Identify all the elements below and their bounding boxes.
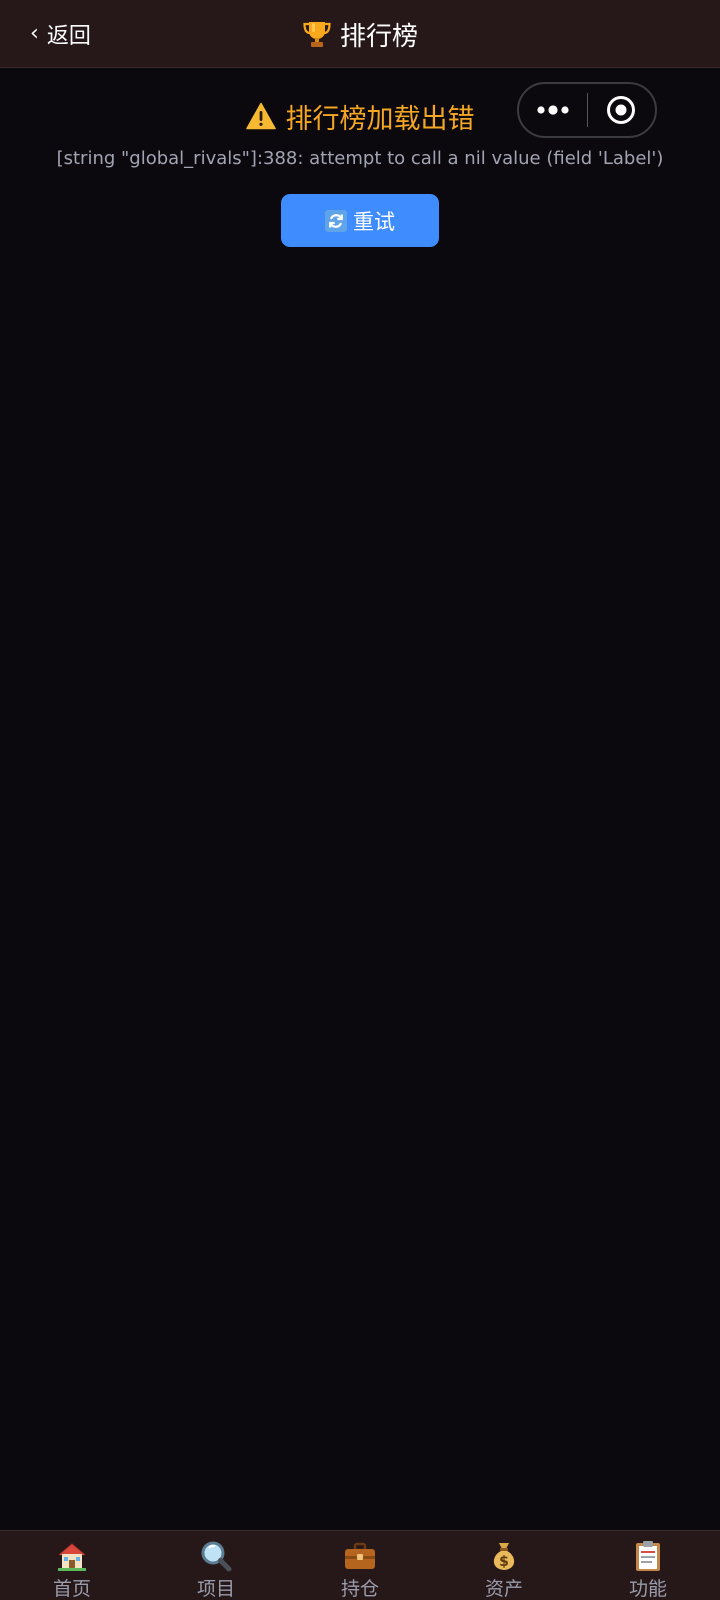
tab-holdings-label: 持仓 [340, 1578, 379, 1600]
tab-holdings[interactable]: 持仓 [288, 1531, 432, 1600]
nav-header: ‹ 返回 排行榜 [0, 0, 720, 68]
svg-text:$: $ [499, 1554, 509, 1570]
retry-button[interactable]: 重试 [281, 194, 439, 247]
more-dots-icon [537, 105, 569, 115]
tab-projects[interactable]: 项目 [144, 1531, 288, 1600]
house-icon [58, 1543, 86, 1571]
magnifier-icon [201, 1541, 232, 1572]
error-message: [string "global_rivals"]:388: attempt to… [56, 148, 664, 169]
warning-icon [245, 102, 276, 130]
error-title-text: 排行榜加载出错 [285, 103, 475, 135]
tab-functions-label: 功能 [628, 1578, 667, 1600]
screen: ‹ 返回 排行榜 排行榜加载出错 [string "global_rivals"… [0, 0, 720, 1600]
tab-projects-label: 项目 [196, 1578, 235, 1600]
tab-home-label: 首页 [52, 1578, 91, 1600]
target-icon [607, 96, 636, 124]
clipboard-icon [636, 1541, 660, 1571]
retry-label: 重试 [353, 209, 395, 234]
miniprogram-capsule [517, 82, 657, 138]
trophy-icon [303, 22, 331, 47]
tab-home[interactable]: 首页 [0, 1531, 144, 1600]
tab-functions[interactable]: 功能 [576, 1531, 720, 1600]
more-button[interactable] [519, 84, 587, 136]
page-title: 排行榜 [0, 0, 720, 68]
bottom-tab-bar: 首页 项目 持仓 $ 资产 功能 [0, 1530, 720, 1600]
tab-assets[interactable]: $ 资产 [432, 1531, 576, 1600]
close-miniprogram-button[interactable] [588, 84, 655, 136]
refresh-icon [325, 209, 347, 232]
money-bag-icon: $ [493, 1543, 515, 1570]
page-title-text: 排行榜 [339, 21, 418, 52]
briefcase-icon [345, 1542, 375, 1569]
tab-assets-label: 资产 [484, 1578, 523, 1600]
